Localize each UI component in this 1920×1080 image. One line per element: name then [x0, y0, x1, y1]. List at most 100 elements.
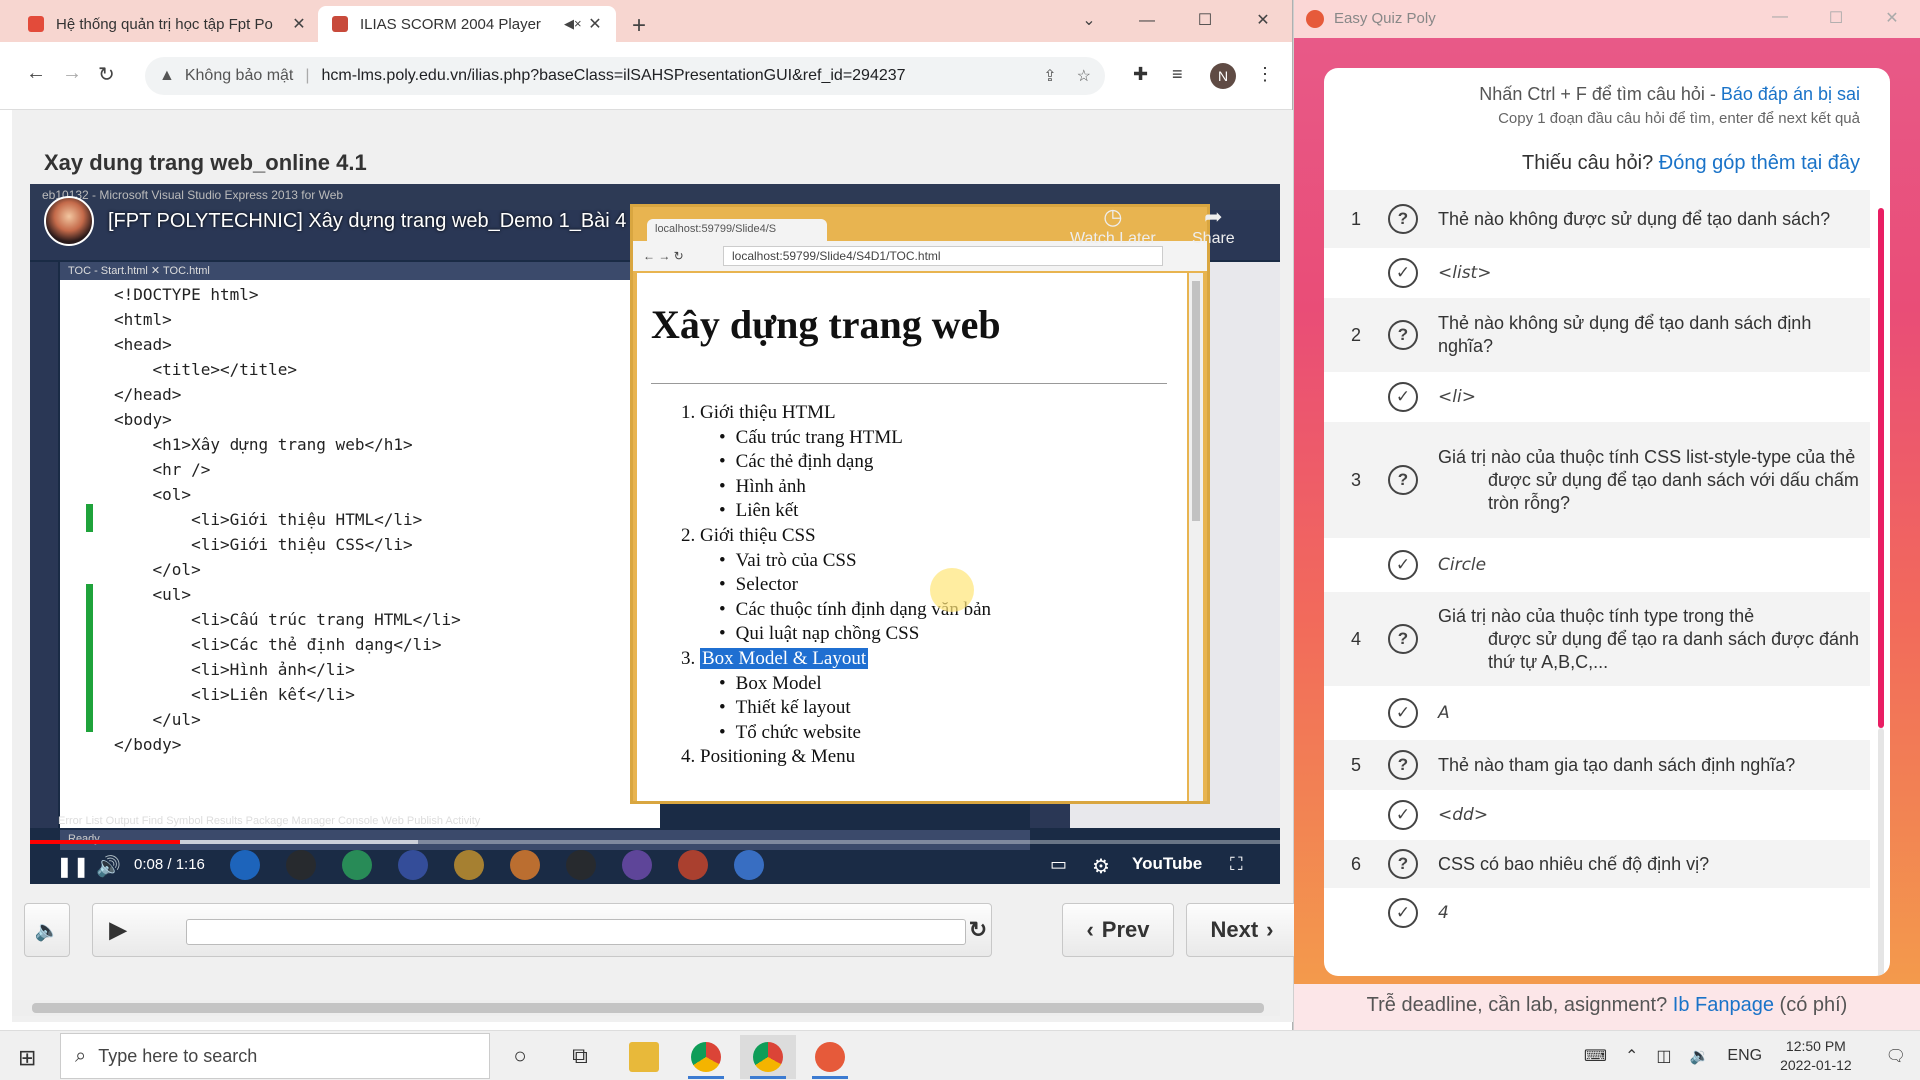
settings-gear-icon[interactable]: ⚙	[1092, 854, 1110, 879]
code-line: <li>Giới thiệu HTML</li>	[114, 510, 423, 529]
pause-icon[interactable]: ❚❚	[56, 854, 90, 879]
answer-text: Circle	[1438, 554, 1487, 575]
question-number: 3	[1350, 469, 1361, 490]
answer-text: A	[1438, 702, 1450, 723]
video-time: 0:08 / 1:16	[134, 856, 205, 873]
close-tab-icon[interactable]: ✕	[290, 14, 308, 34]
chrome-profile-app[interactable]	[740, 1035, 796, 1079]
clock[interactable]: 12:50 PM 2022-01-12	[1780, 1037, 1852, 1075]
check-circle-icon: ✓	[1388, 698, 1418, 728]
answer-row: ✓ <dd>	[1324, 790, 1870, 840]
forward-icon[interactable]: →	[62, 62, 82, 85]
question-text: Thẻ nào không sử dụng để tạo danh sách đ…	[1438, 313, 1812, 356]
video-title[interactable]: [FPT POLYTECHNIC] Xây dựng trang web_Dem…	[108, 210, 626, 233]
question-text-line: được sử dụng để tạo ra danh sách được đá…	[1488, 628, 1859, 672]
play-button[interactable]: ▶	[100, 911, 136, 949]
volume-icon[interactable]: 🔊	[96, 854, 121, 879]
system-tray: ⌨ ⌃ ◫ 🔉 ENG 12:50 PM 2022-01-12 🗨	[1584, 1031, 1920, 1080]
embedded-divider	[651, 383, 1167, 384]
outline-number: 3.	[681, 647, 700, 669]
question-number: 1	[1350, 208, 1361, 229]
share-button[interactable]: ➦ Share	[1192, 204, 1235, 248]
file-explorer-app[interactable]	[616, 1035, 672, 1079]
question-row: 1 ? Thẻ nào không được sử dụng để tạo da…	[1324, 190, 1870, 248]
maximize-icon[interactable]: ☐	[1808, 8, 1864, 28]
outline-section-title: Box Model & Layout	[700, 647, 869, 669]
footer-text: Trễ deadline, cần lab, asignment?	[1366, 994, 1673, 1016]
horizontal-scrollbar[interactable]	[12, 1000, 1280, 1016]
question-circle-icon: ?	[1388, 849, 1418, 879]
answer-row: ✓ Circle	[1324, 538, 1870, 592]
tab-scorm-player[interactable]: ILIAS SCORM 2004 Player ◀× ✕	[318, 6, 616, 42]
prev-button[interactable]: ‹ Prev	[1062, 903, 1174, 957]
notification-icon[interactable]: 🗨	[1886, 1046, 1906, 1066]
quiz-titlebar: Easy Quiz Poly — ☐ ✕	[1294, 0, 1920, 38]
omnibox[interactable]: ▲ Không bảo mật | hcm-lms.poly.edu.vn/il…	[145, 57, 1105, 95]
fanpage-link[interactable]: Ib Fanpage	[1673, 994, 1774, 1016]
keyboard-icon[interactable]: ⌨	[1584, 1046, 1607, 1066]
mute-button[interactable]: 🔈	[24, 903, 70, 957]
youtube-logo[interactable]: YouTube	[1132, 854, 1202, 874]
code-line: </head>	[114, 385, 182, 404]
profile-avatar[interactable]: N	[1210, 63, 1236, 89]
play-icon: ▶	[109, 917, 127, 942]
captions-icon[interactable]: ▭	[1050, 854, 1067, 875]
url-text[interactable]: hcm-lms.poly.edu.vn/ilias.php?baseClass=…	[322, 67, 1024, 85]
watch-later-button[interactable]: ◷ Watch Later	[1070, 204, 1156, 248]
volume-icon[interactable]: 🔉	[1689, 1046, 1709, 1066]
embedded-url: localhost:59799/Slide4/S4D1/TOC.html	[723, 246, 1163, 266]
language-indicator[interactable]: ENG	[1727, 1047, 1762, 1065]
next-button[interactable]: Next ›	[1186, 903, 1298, 957]
question-text: Giá trị nào của thuộc tính CSS list-styl…	[1438, 436, 1870, 525]
scorm-progress-bar[interactable]	[186, 919, 966, 945]
mute-tab-icon[interactable]: ◀×	[564, 16, 586, 32]
video-player[interactable]: eb10132 - Microsoft Visual Studio Expres…	[30, 184, 1280, 884]
outline-subitem: Thiết kế layout	[681, 696, 991, 721]
code-line: <li>Giới thiệu CSS</li>	[114, 535, 413, 554]
close-window-icon[interactable]: ✕	[1234, 6, 1292, 36]
answer-row: ✓ 4	[1324, 888, 1870, 938]
media-control-icon[interactable]: ≡	[1172, 64, 1183, 85]
tab-search-icon[interactable]: ⌄	[1060, 6, 1118, 36]
taskbar-search[interactable]: ⌕ Type here to search	[60, 1033, 490, 1079]
code-line: <ul>	[114, 585, 192, 604]
question-text-line: Giá trị nào của thuộc tính type trong th…	[1438, 605, 1755, 626]
tab-lms[interactable]: Hệ thống quản trị học tập Fpt Po ✕	[14, 6, 320, 42]
cortana-icon[interactable]: ○	[506, 1043, 534, 1071]
code-line: </body>	[114, 735, 182, 754]
code-line: <hr />	[114, 460, 211, 479]
report-wrong-answer-link[interactable]: Báo đáp án bị sai	[1721, 84, 1860, 104]
reload-icon[interactable]: ↻	[98, 62, 115, 87]
quiz-scrollbar-track[interactable]	[1878, 728, 1884, 976]
new-tab-icon[interactable]: +	[632, 12, 646, 40]
restart-button[interactable]: ↻	[960, 911, 996, 949]
quiz-window-controls: — ☐ ✕	[1752, 8, 1920, 28]
video-progress-bar[interactable]	[30, 840, 1280, 844]
minimize-icon[interactable]: —	[1118, 6, 1176, 36]
quiz-scrollbar-thumb[interactable]	[1878, 208, 1884, 728]
easy-quiz-app[interactable]	[802, 1035, 858, 1079]
channel-avatar[interactable]	[44, 196, 94, 246]
bookmark-star-icon[interactable]: ☆	[1077, 66, 1091, 86]
fullscreen-icon[interactable]: ⛶	[1230, 854, 1243, 875]
chevron-up-icon[interactable]: ⌃	[1625, 1046, 1638, 1066]
warning-icon[interactable]: ▲	[159, 67, 175, 85]
minimize-icon[interactable]: —	[1752, 8, 1808, 28]
outline-section: 3. Box Model & Layout	[681, 647, 991, 672]
chrome-app[interactable]	[678, 1035, 734, 1079]
close-window-icon[interactable]: ✕	[1864, 8, 1920, 28]
question-circle-icon: ?	[1388, 204, 1418, 234]
windows-start-icon[interactable]: ⊞	[18, 1045, 36, 1071]
close-tab-icon[interactable]: ✕	[586, 14, 604, 34]
network-icon[interactable]: ◫	[1656, 1046, 1671, 1066]
contribute-link[interactable]: Đóng góp thêm tại đây	[1659, 152, 1860, 174]
code-line: <head>	[114, 335, 172, 354]
back-icon[interactable]: ←	[26, 62, 46, 85]
task-view-icon[interactable]: ⧉	[566, 1043, 594, 1071]
share-page-icon[interactable]: ⇪	[1043, 66, 1056, 86]
menu-kebab-icon[interactable]: ⋮	[1256, 64, 1274, 85]
outline-subitem: Liên kết	[681, 499, 991, 524]
maximize-icon[interactable]: ☐	[1176, 6, 1234, 36]
search-subhint: Copy 1 đoạn đầu câu hỏi để tìm, enter để…	[1498, 110, 1860, 127]
extensions-icon[interactable]: ✚	[1133, 64, 1148, 85]
